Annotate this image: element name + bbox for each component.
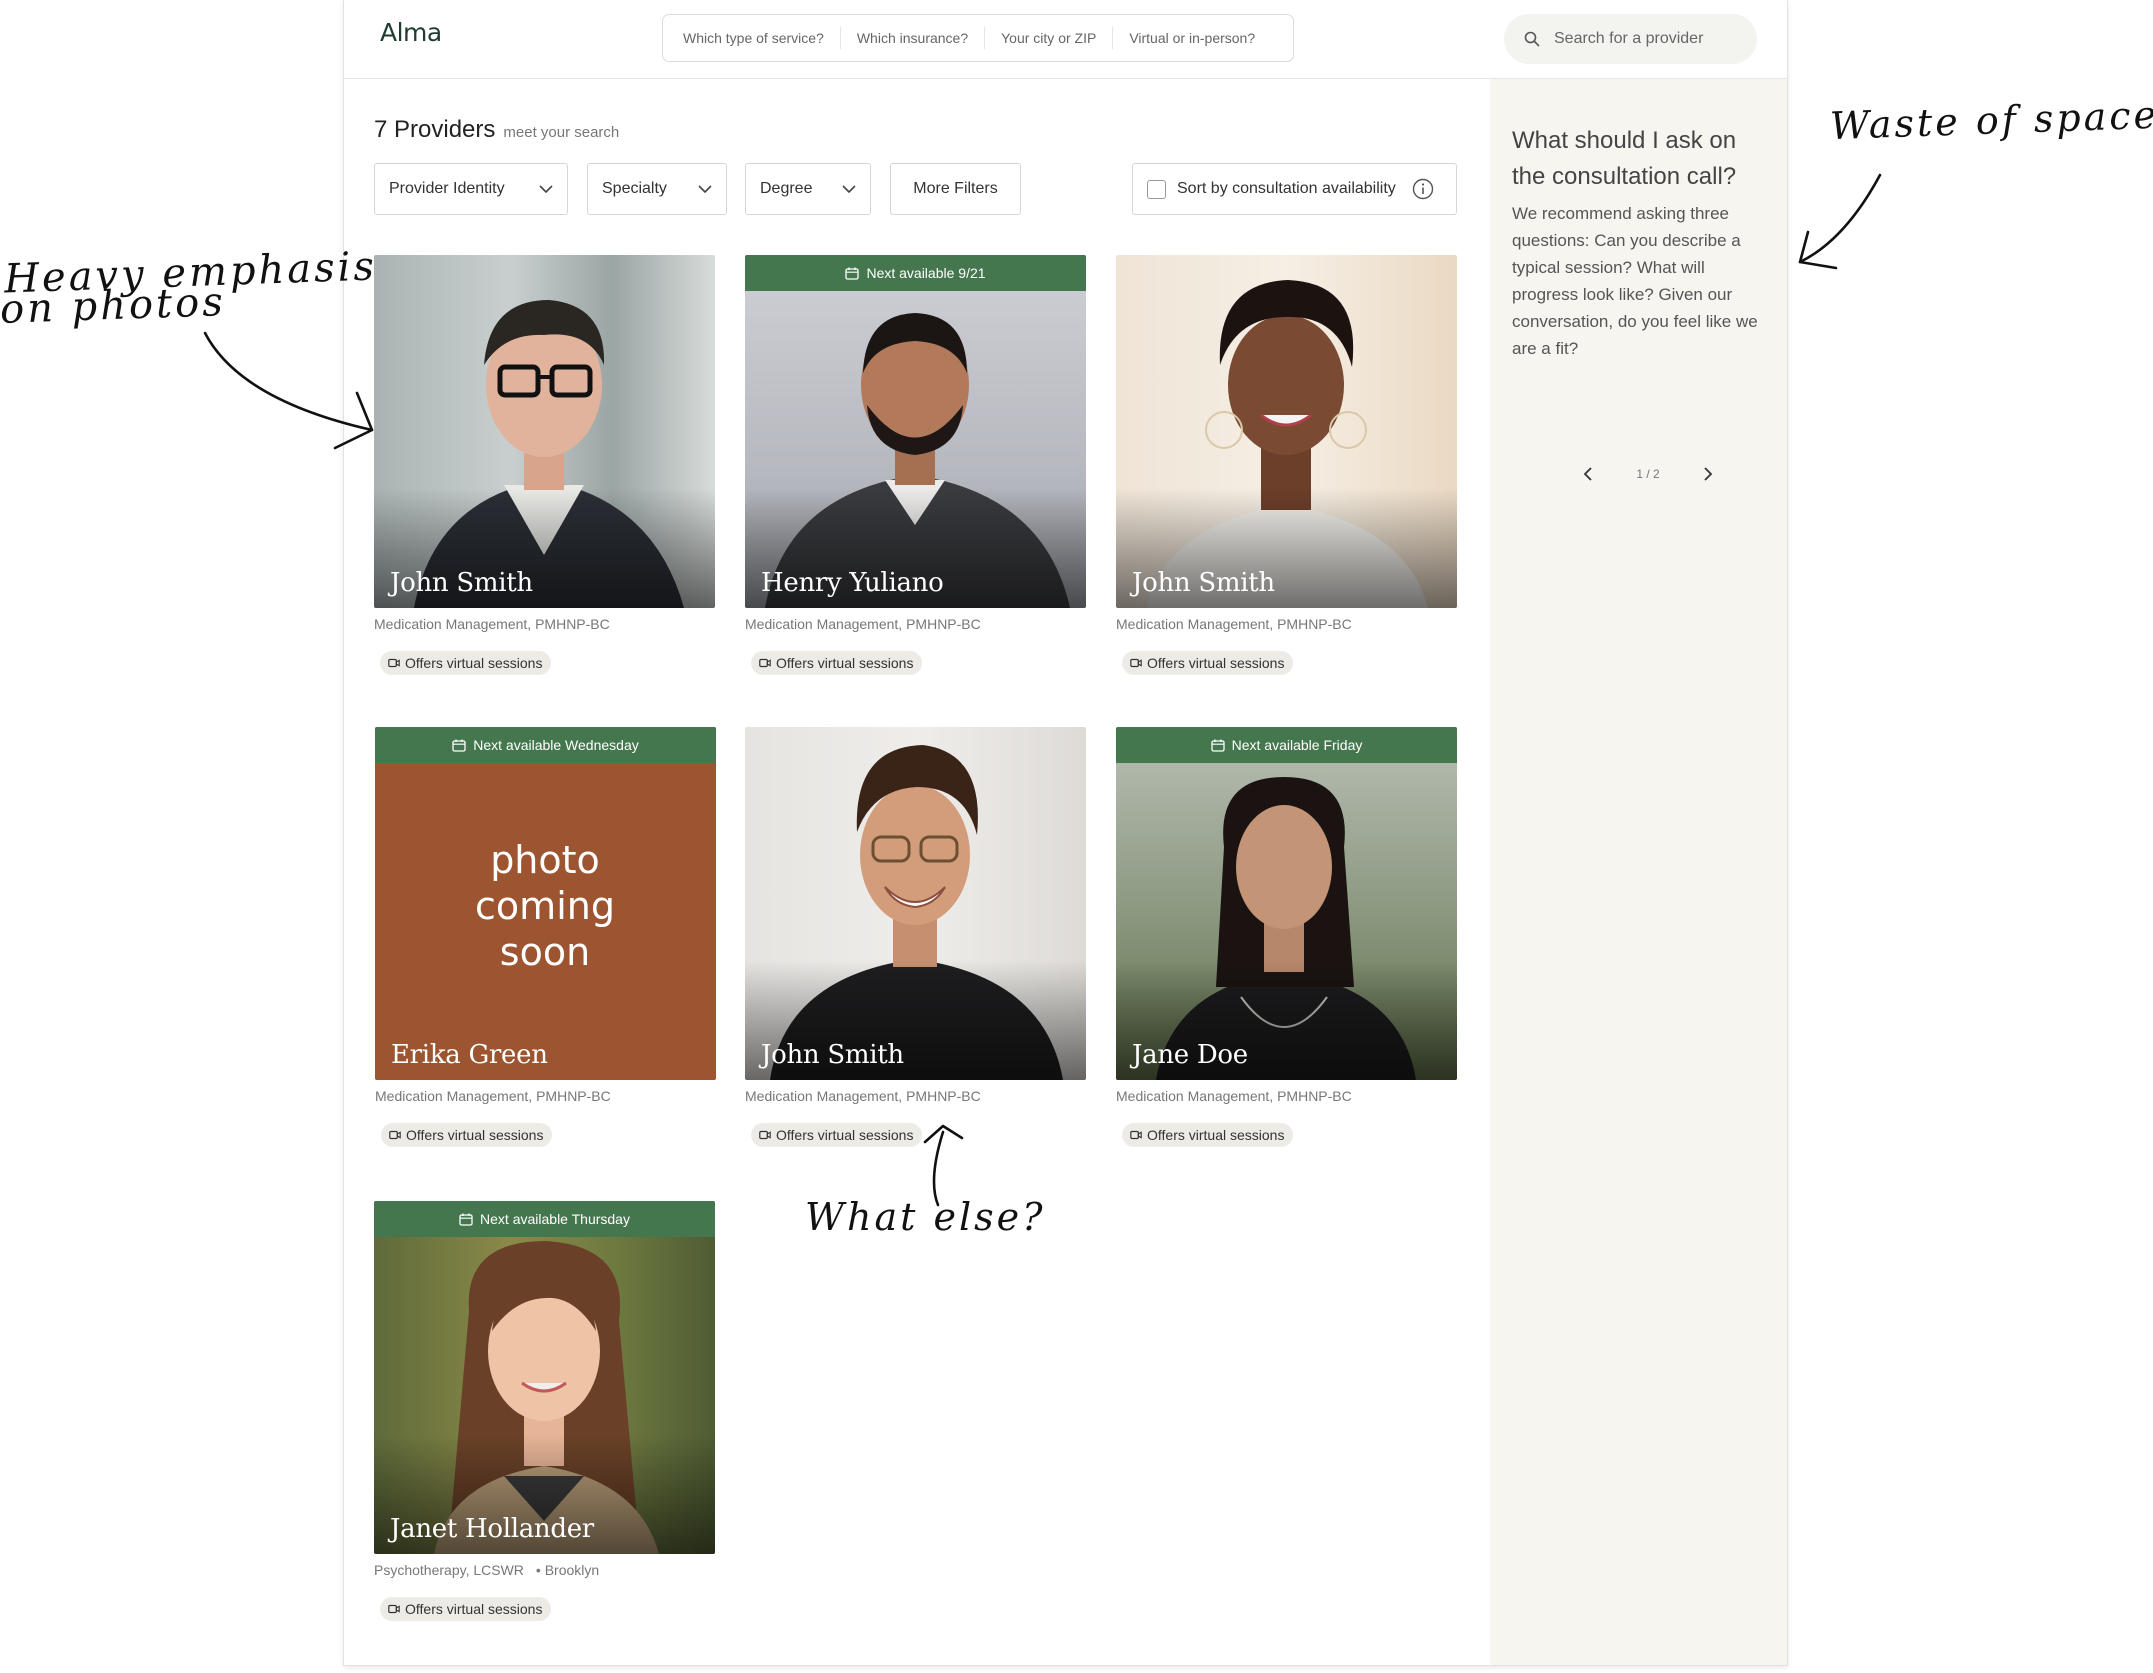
calendar-icon bbox=[1210, 739, 1225, 752]
annotation-arrows bbox=[203, 173, 1882, 1207]
provider-name[interactable]: John Smith bbox=[1132, 568, 1275, 598]
arrow-to-badge bbox=[932, 1130, 945, 1207]
arrow-to-side-panel bbox=[1798, 173, 1882, 264]
availability-label: Next available Wednesday bbox=[473, 737, 639, 753]
availability-label: Next available Friday bbox=[1231, 737, 1363, 753]
photo-coming-soon-text: photo coming soon bbox=[475, 838, 615, 974]
arrow-to-photo-head bbox=[333, 391, 374, 450]
provider-name[interactable]: Janet Hollander bbox=[390, 1514, 594, 1544]
availability-label: Next available Thursday bbox=[480, 1211, 630, 1227]
calendar-icon bbox=[845, 267, 860, 280]
calendar-icon bbox=[459, 1213, 473, 1226]
provider-name[interactable]: John Smith bbox=[761, 1040, 904, 1070]
provider-name[interactable]: Erika Green bbox=[391, 1040, 548, 1070]
availability-label: Next available 9/21 bbox=[866, 265, 986, 281]
availability-banner: Next available 9/21 bbox=[745, 255, 1086, 291]
provider-name[interactable]: Jane Doe bbox=[1132, 1040, 1248, 1070]
availability-banner: Next available Thursday bbox=[374, 1201, 715, 1237]
availability-banner: Next available Friday bbox=[1116, 727, 1457, 763]
availability-banner: Next available Wednesday bbox=[375, 727, 716, 763]
arrow-to-photo bbox=[203, 331, 374, 432]
provider-name[interactable]: John Smith bbox=[390, 568, 533, 598]
provider-name[interactable]: Henry Yuliano bbox=[761, 568, 944, 598]
calendar-icon bbox=[452, 739, 466, 752]
